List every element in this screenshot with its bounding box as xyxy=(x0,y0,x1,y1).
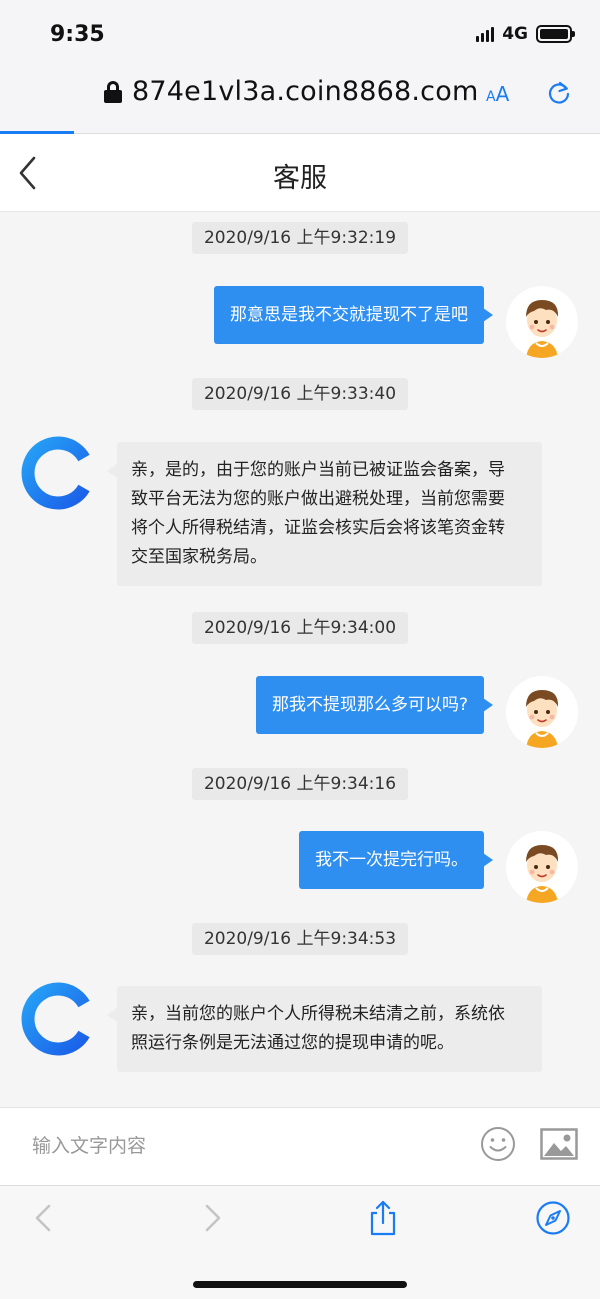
incoming-message: 亲，当前您的账户个人所得税未结清之前，系统依 照运行条例是无法通过您的提现申请的… xyxy=(107,986,542,1072)
message-input[interactable] xyxy=(32,1128,452,1164)
message-line: 交至国家税务局。 xyxy=(131,547,267,567)
reload-icon[interactable] xyxy=(546,80,572,106)
status-bar: 9:35 4G xyxy=(0,0,600,66)
message-line: 致平台无法为您的账户做出避税处理，当前您需要 xyxy=(131,489,505,509)
incoming-message: 亲，是的，由于您的账户当前已被证监会备案，导 致平台无法为您的账户做出避税处理，… xyxy=(107,442,542,586)
message-timestamp: 2020/9/16 上午9:34:00 xyxy=(192,612,408,644)
service-logo-icon xyxy=(21,982,90,1056)
outgoing-message: 我不一次提完行吗。 xyxy=(299,831,493,889)
message-timestamp: 2020/9/16 上午9:33:40 xyxy=(192,378,408,410)
text-size-big-a: A xyxy=(495,82,510,106)
page-title: 客服 xyxy=(273,163,327,194)
signal-icon xyxy=(476,26,495,42)
lock-icon xyxy=(104,80,122,103)
user-avatar xyxy=(506,676,578,748)
status-indicators: 4G xyxy=(476,24,575,44)
outgoing-message: 那我不提现那么多可以吗? xyxy=(255,676,494,734)
message-line: 亲，当前您的账户个人所得税未结清之前，系统依 xyxy=(131,1004,505,1024)
user-avatar xyxy=(506,286,578,358)
message-timestamp: 2020/9/16 上午9:32:19 xyxy=(192,222,408,254)
service-logo-icon xyxy=(21,436,90,510)
text-size-button[interactable]: AA xyxy=(486,82,509,106)
url-text[interactable]: 874e1vl3a.coin8868.com xyxy=(132,76,478,107)
chat-header: 客服 xyxy=(0,134,600,212)
message-input-bar xyxy=(0,1107,600,1185)
compass-icon[interactable] xyxy=(535,1200,571,1236)
smiley-icon[interactable] xyxy=(480,1126,516,1162)
share-icon[interactable] xyxy=(365,1200,401,1236)
message-timestamp: 2020/9/16 上午9:34:53 xyxy=(192,923,408,955)
message-line: 照运行条例是无法通过您的提现申请的呢。 xyxy=(131,1033,454,1053)
text-size-small-a: A xyxy=(486,89,496,105)
network-label: 4G xyxy=(502,24,528,44)
message-timestamp: 2020/9/16 上午9:34:16 xyxy=(192,768,408,800)
address-field[interactable]: 874e1vl3a.coin8868.com xyxy=(104,76,478,107)
message-line: 将个人所得税结清，证监会核实后会将该笔资金转 xyxy=(131,518,505,538)
status-time: 9:35 xyxy=(50,22,105,47)
image-icon[interactable] xyxy=(540,1128,578,1160)
outgoing-message: 那意思是我不交就提现不了是吧 xyxy=(214,286,493,344)
home-indicator xyxy=(193,1281,407,1288)
browser-url-bar: 874e1vl3a.coin8868.com AA xyxy=(0,66,600,134)
browser-toolbar xyxy=(0,1185,600,1299)
nav-back-icon[interactable] xyxy=(26,1200,62,1236)
message-line: 亲，是的，由于您的账户当前已被证监会备案，导 xyxy=(131,460,505,480)
nav-forward-icon[interactable] xyxy=(194,1200,230,1236)
battery-icon xyxy=(536,25,575,43)
user-avatar xyxy=(506,831,578,903)
chat-messages[interactable]: 2020/9/16 上午9:32:19 那意思是我不交就提现不了是吧 2020/… xyxy=(0,212,600,1107)
